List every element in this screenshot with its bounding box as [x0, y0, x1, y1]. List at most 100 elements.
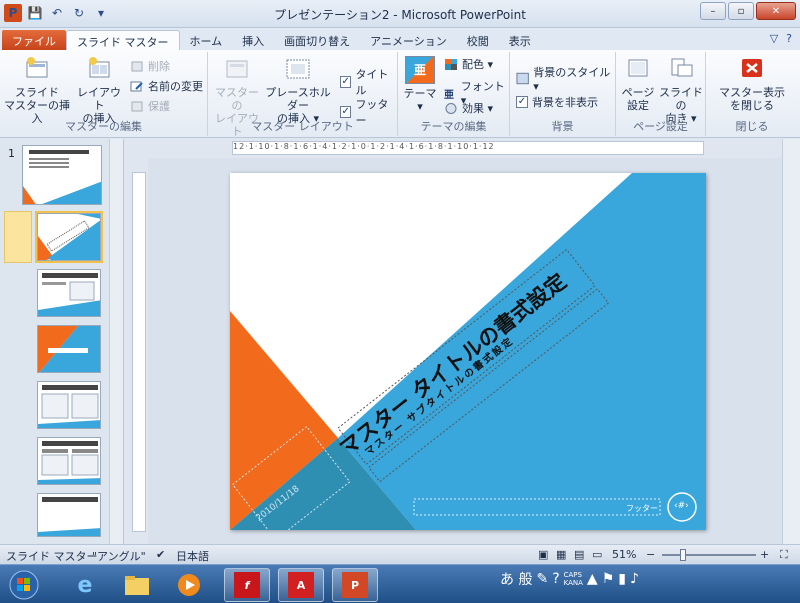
delete-icon [131, 61, 143, 71]
title-checkbox-box[interactable]: ✓ [340, 76, 352, 88]
insert-layout-button[interactable]: レイアウト の挿入 [72, 56, 126, 125]
layout-thumbnail-content[interactable] [37, 269, 101, 317]
restore-button[interactable]: ▫ [728, 2, 754, 20]
group-label-background: 背景 [551, 120, 574, 133]
tab-insert[interactable]: 挿入 [232, 30, 274, 50]
close-button[interactable]: ✕ [756, 2, 796, 20]
colors-icon [445, 58, 457, 70]
themes-icon: 亜 [405, 56, 435, 84]
hide-background-checkbox[interactable]: ✓ 背景を非表示 [516, 94, 598, 110]
zoom-slider-track[interactable] [662, 554, 756, 556]
group-label-theme-edit: テーマの編集 [420, 120, 487, 133]
insert-layout-icon [89, 57, 110, 78]
page-setup-button[interactable]: ページ 設定 [618, 56, 658, 112]
rename-button[interactable]: 名前の変更 [130, 78, 203, 94]
zoom-out-button[interactable]: − [646, 548, 655, 561]
layout-thumbnail-section[interactable] [37, 325, 101, 373]
status-theme-name: "アングル" [92, 550, 146, 563]
slide-page-number[interactable]: ‹#› [674, 501, 689, 511]
insert-placeholder-icon [286, 59, 310, 79]
media-player-icon[interactable] [166, 568, 212, 602]
master-layout-icon [226, 60, 248, 78]
zoom-in-button[interactable]: + [760, 548, 769, 561]
thumbnail-scrollbar[interactable] [109, 139, 123, 544]
slide-orientation-button[interactable]: スライドの 向き ▾ [658, 56, 704, 125]
zoom-slider-thumb[interactable] [680, 549, 686, 561]
group-label-close: 閉じる [735, 120, 769, 133]
group-background: 背景のスタイル ▾ ✓ 背景を非表示 背景 [510, 52, 616, 136]
group-label-master-layout: マスター レイアウト [251, 120, 354, 133]
slide-number: 1 [8, 147, 15, 160]
group-label-page-setup: ページ設定 [633, 120, 688, 133]
rename-icon [130, 81, 143, 91]
background-styles-icon [516, 72, 529, 85]
internet-explorer-icon[interactable]: e [62, 568, 108, 602]
status-bar: スライド マスター "アングル" ✔ 日本語 ▣ ▦ ▤ ▭ 51% − + ⛶ [0, 544, 800, 564]
tab-file[interactable]: ファイル [2, 30, 66, 50]
acrobat-app-icon[interactable]: A [278, 568, 324, 602]
slide-master[interactable]: マスター タイトルの書式設定 マスター サブタイトルの書式設定 2010/11/… [230, 173, 706, 530]
title-bar: P 💾 ↶ ↻ ▾ プレゼンテーション2 - Microsoft PowerPo… [0, 0, 800, 28]
tab-view[interactable]: 表示 [499, 30, 541, 50]
layout-thumbnail-title-only[interactable] [37, 493, 101, 537]
flag-icon[interactable]: ⚑ [602, 571, 615, 587]
help-tray-icon[interactable]: ? [552, 571, 559, 587]
minimize-button[interactable]: – [700, 2, 726, 20]
title-checkbox[interactable]: ✓ タイトル [340, 66, 397, 98]
layout-thumbnail-comparison[interactable] [37, 437, 101, 485]
key-status: CAPS KANA [563, 571, 583, 587]
insert-slide-master-button[interactable]: スライド マスターの挿入 [4, 56, 70, 125]
colors-button[interactable]: 配色 ▾ [444, 56, 493, 72]
group-close: マスター表示 を閉じる 閉じる [706, 52, 798, 136]
ime-indicator[interactable]: あ 般 [500, 569, 532, 589]
layout-thumbnail-title[interactable] [35, 211, 103, 263]
tray-expand-icon[interactable]: ▲ [587, 571, 598, 587]
help-icon[interactable]: ? [786, 32, 792, 45]
blue-diagonal-shape [338, 173, 706, 530]
close-master-view-button[interactable]: マスター表示 を閉じる [712, 56, 792, 112]
start-button[interactable] [4, 568, 44, 602]
themes-button[interactable]: 亜 テーマ ▾ [402, 56, 438, 113]
ime-tool-icon[interactable]: ✎ [536, 571, 548, 587]
slideshow-icon[interactable]: ▭ [592, 548, 602, 561]
window-title: プレゼンテーション2 - Microsoft PowerPoint [274, 8, 526, 22]
reading-view-icon[interactable]: ▤ [574, 548, 584, 561]
delete-button[interactable]: 削除 [130, 58, 170, 74]
canvas-scrollbar[interactable] [782, 139, 800, 544]
file-explorer-icon[interactable] [114, 568, 160, 602]
slide-footer[interactable]: フッター [626, 503, 658, 514]
hide-background-checkbox-box[interactable]: ✓ [516, 96, 528, 108]
tab-transitions[interactable]: 画面切り替え [274, 30, 360, 50]
powerpoint-app-icon[interactable]: P [332, 568, 378, 602]
slide-sorter-icon[interactable]: ▦ [556, 548, 566, 561]
footer-checkbox-box[interactable]: ✓ [340, 106, 352, 118]
preserve-button[interactable]: 保護 [130, 98, 170, 114]
slide-thumbnail-pane: 1 [0, 139, 124, 544]
slide-orientation-icon [671, 58, 693, 77]
master-thumbnail[interactable] [22, 145, 102, 205]
status-language[interactable]: 日本語 [176, 548, 209, 564]
tab-animations[interactable]: アニメーション [360, 30, 457, 50]
status-view-name: スライド マスター [6, 550, 98, 563]
background-styles-button[interactable]: 背景のスタイル ▾ [516, 64, 615, 93]
normal-view-icon[interactable]: ▣ [538, 548, 548, 561]
minimize-ribbon-icon[interactable]: ▽ [770, 32, 778, 45]
group-page-setup: ページ 設定 スライドの 向き ▾ ページ設定 [616, 52, 706, 136]
effects-icon [445, 102, 457, 114]
volume-icon[interactable]: ♪ [630, 571, 639, 587]
network-icon[interactable]: ▮ [618, 571, 626, 587]
fit-to-window-icon[interactable]: ⛶ [780, 548, 788, 562]
zoom-level[interactable]: 51% [612, 548, 636, 561]
flash-app-icon[interactable]: f [224, 568, 270, 602]
close-master-view-icon [742, 59, 762, 77]
horizontal-ruler: 12·1·10·1·8·1·6·1·4·1·2·1·0·1·2·1·4·1·6·… [232, 141, 704, 155]
tab-slide-master[interactable]: スライド マスター [66, 30, 180, 50]
effects-button[interactable]: 効果 ▾ [444, 100, 493, 116]
tab-review[interactable]: 校閲 [457, 30, 499, 50]
spell-check-icon[interactable]: ✔ [156, 548, 165, 561]
fonts-icon: 亜 [444, 90, 454, 101]
layout-thumbnail-two-content[interactable] [37, 381, 101, 429]
group-theme-edit: 亜 テーマ ▾ 配色 ▾ 亜 フォント ▾ 効果 ▾ テーマの編集 [398, 52, 510, 136]
insert-placeholder-button[interactable]: プレースホルダー の挿入 ▾ [264, 56, 332, 125]
tab-home[interactable]: ホーム [180, 30, 233, 50]
